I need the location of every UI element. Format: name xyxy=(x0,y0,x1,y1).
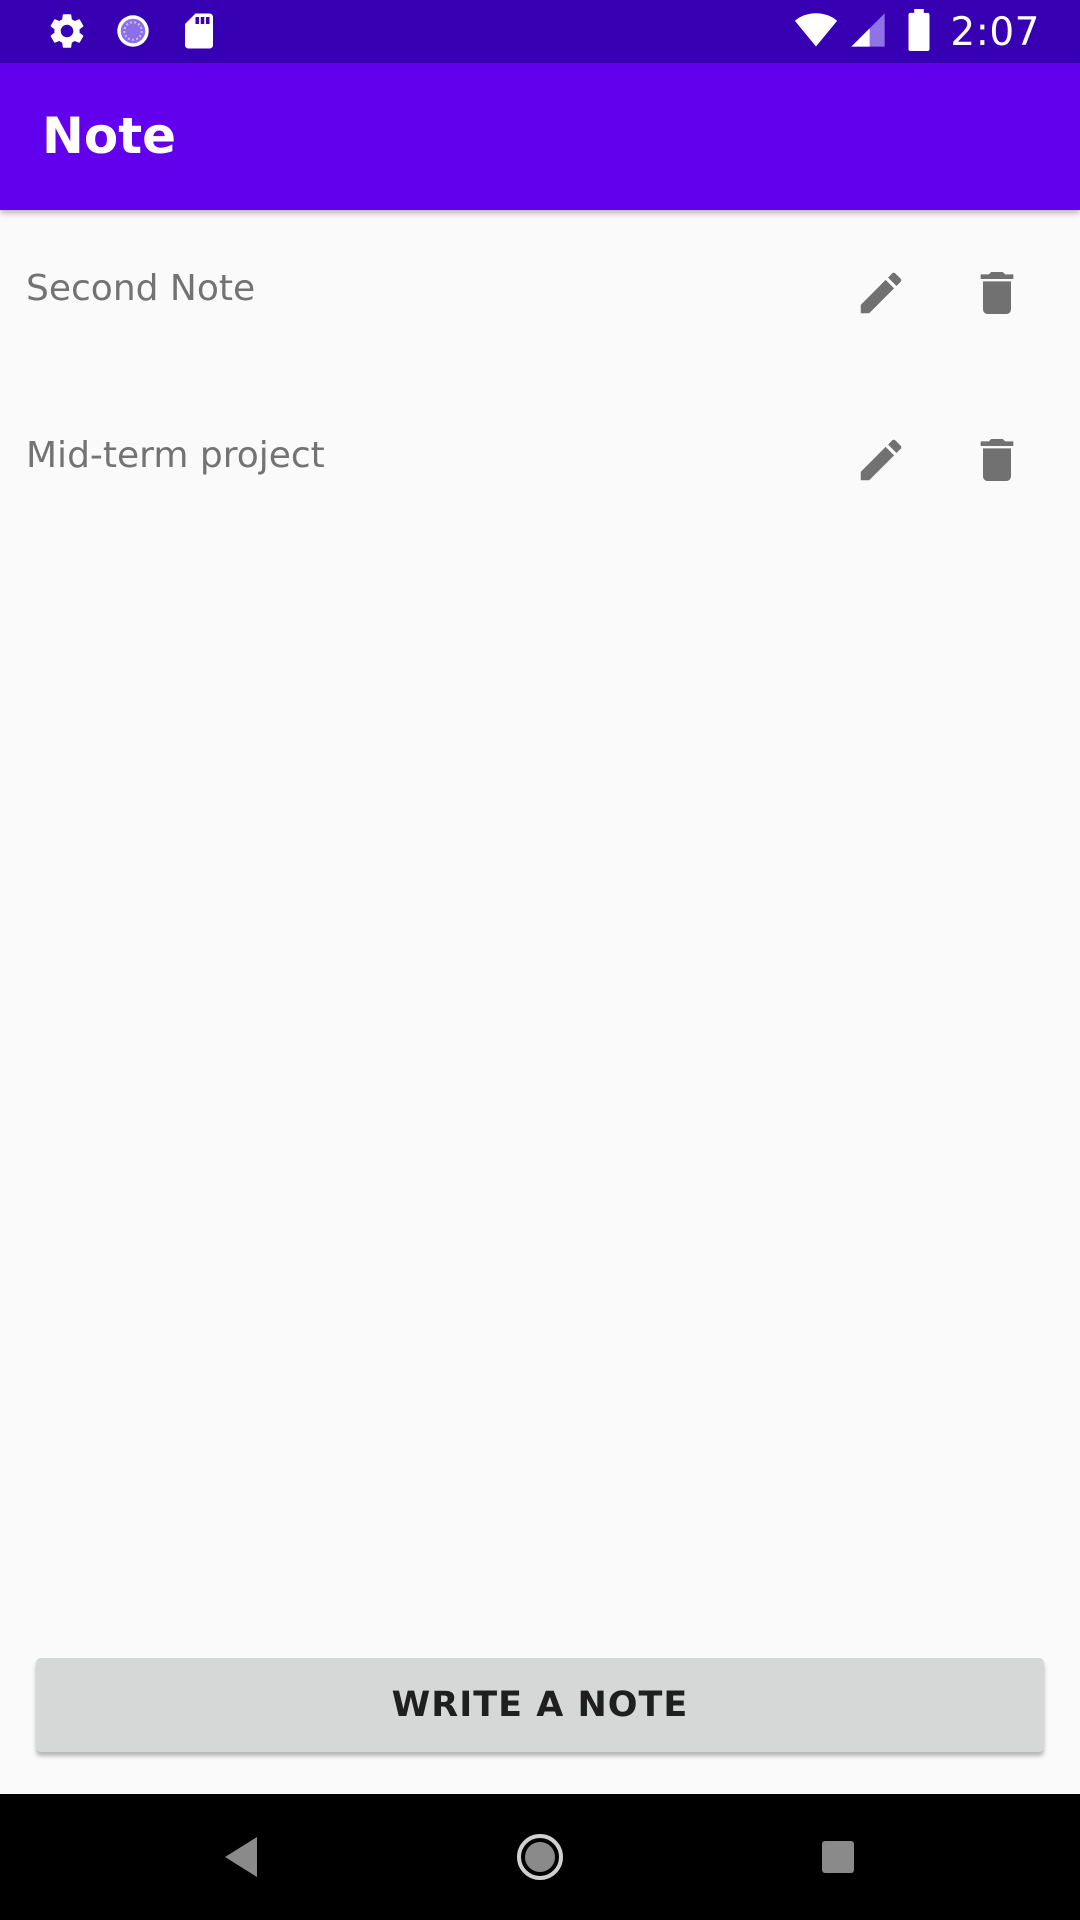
sd-card-icon xyxy=(178,10,220,52)
back-icon[interactable] xyxy=(206,1822,276,1892)
sync-circle-icon xyxy=(112,10,154,52)
status-time: 2:07 xyxy=(950,9,1040,55)
settings-icon xyxy=(46,10,88,52)
note-title[interactable]: Second Note xyxy=(26,268,255,309)
note-row[interactable]: Mid-term project xyxy=(0,377,1080,544)
status-system-icons: 2:07 xyxy=(792,6,1040,58)
trash-icon[interactable] xyxy=(964,260,1030,326)
note-list: Second Note Mid-term project xyxy=(0,210,1080,544)
pencil-icon[interactable] xyxy=(848,260,914,326)
wifi-icon xyxy=(792,8,840,56)
status-bar: 2:07 xyxy=(0,0,1080,63)
status-notification-icons xyxy=(46,10,244,52)
pencil-icon[interactable] xyxy=(848,427,914,493)
nav-bar xyxy=(0,1794,1080,1920)
cell-signal-icon xyxy=(848,10,888,54)
battery-icon xyxy=(906,9,932,55)
home-icon[interactable] xyxy=(505,1822,575,1892)
trash-icon[interactable] xyxy=(964,427,1030,493)
app-title: Note xyxy=(42,107,177,165)
app-bar: Note xyxy=(0,63,1080,210)
write-note-button[interactable]: WRITE A NOTE xyxy=(36,1658,1044,1752)
note-row[interactable]: Second Note xyxy=(0,210,1080,377)
note-title[interactable]: Mid-term project xyxy=(26,435,325,476)
recents-icon[interactable] xyxy=(803,1822,873,1892)
